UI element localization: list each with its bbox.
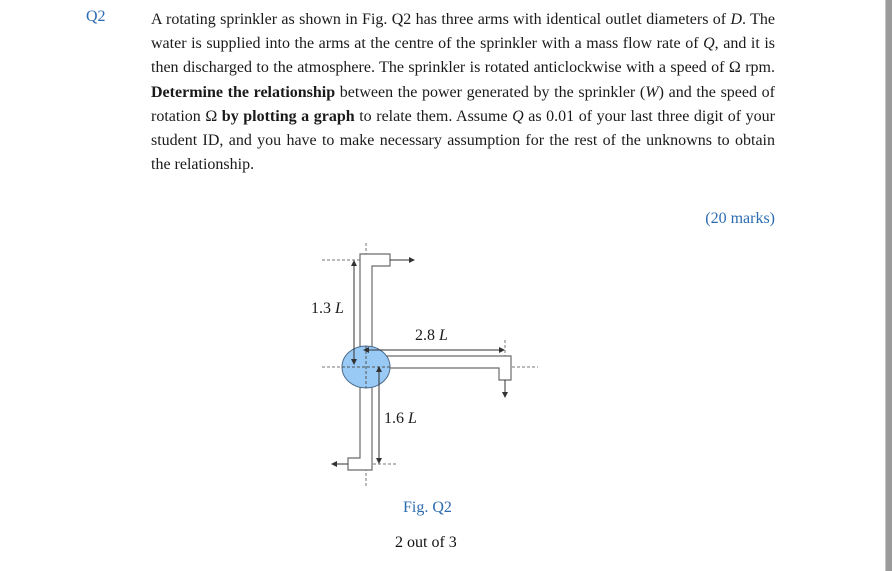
dimension-label-right-arm: 2.8 L (415, 327, 448, 345)
bottom-arm (347, 384, 373, 471)
right-arm (384, 355, 512, 381)
dimension-value: 2.8 (415, 327, 439, 344)
dimension-label-top-arm: 1.3 L (311, 300, 344, 318)
dimension-unit: L (408, 410, 417, 427)
sprinkler-figure (322, 243, 538, 486)
vertical-scrollbar[interactable] (885, 0, 892, 571)
dimension-value: 1.3 (311, 300, 335, 317)
dimension-value: 1.6 (384, 410, 408, 427)
page-indicator: 2 out of 3 (395, 534, 457, 551)
dimension-unit: L (439, 327, 448, 344)
dimension-unit: L (335, 300, 344, 317)
dimension-label-bottom-arm: 1.6 L (384, 410, 417, 428)
document-page: Q2 A rotating sprinkler as shown in Fig.… (0, 0, 892, 571)
top-arm (359, 253, 391, 352)
figure-caption: Fig. Q2 (403, 499, 452, 516)
